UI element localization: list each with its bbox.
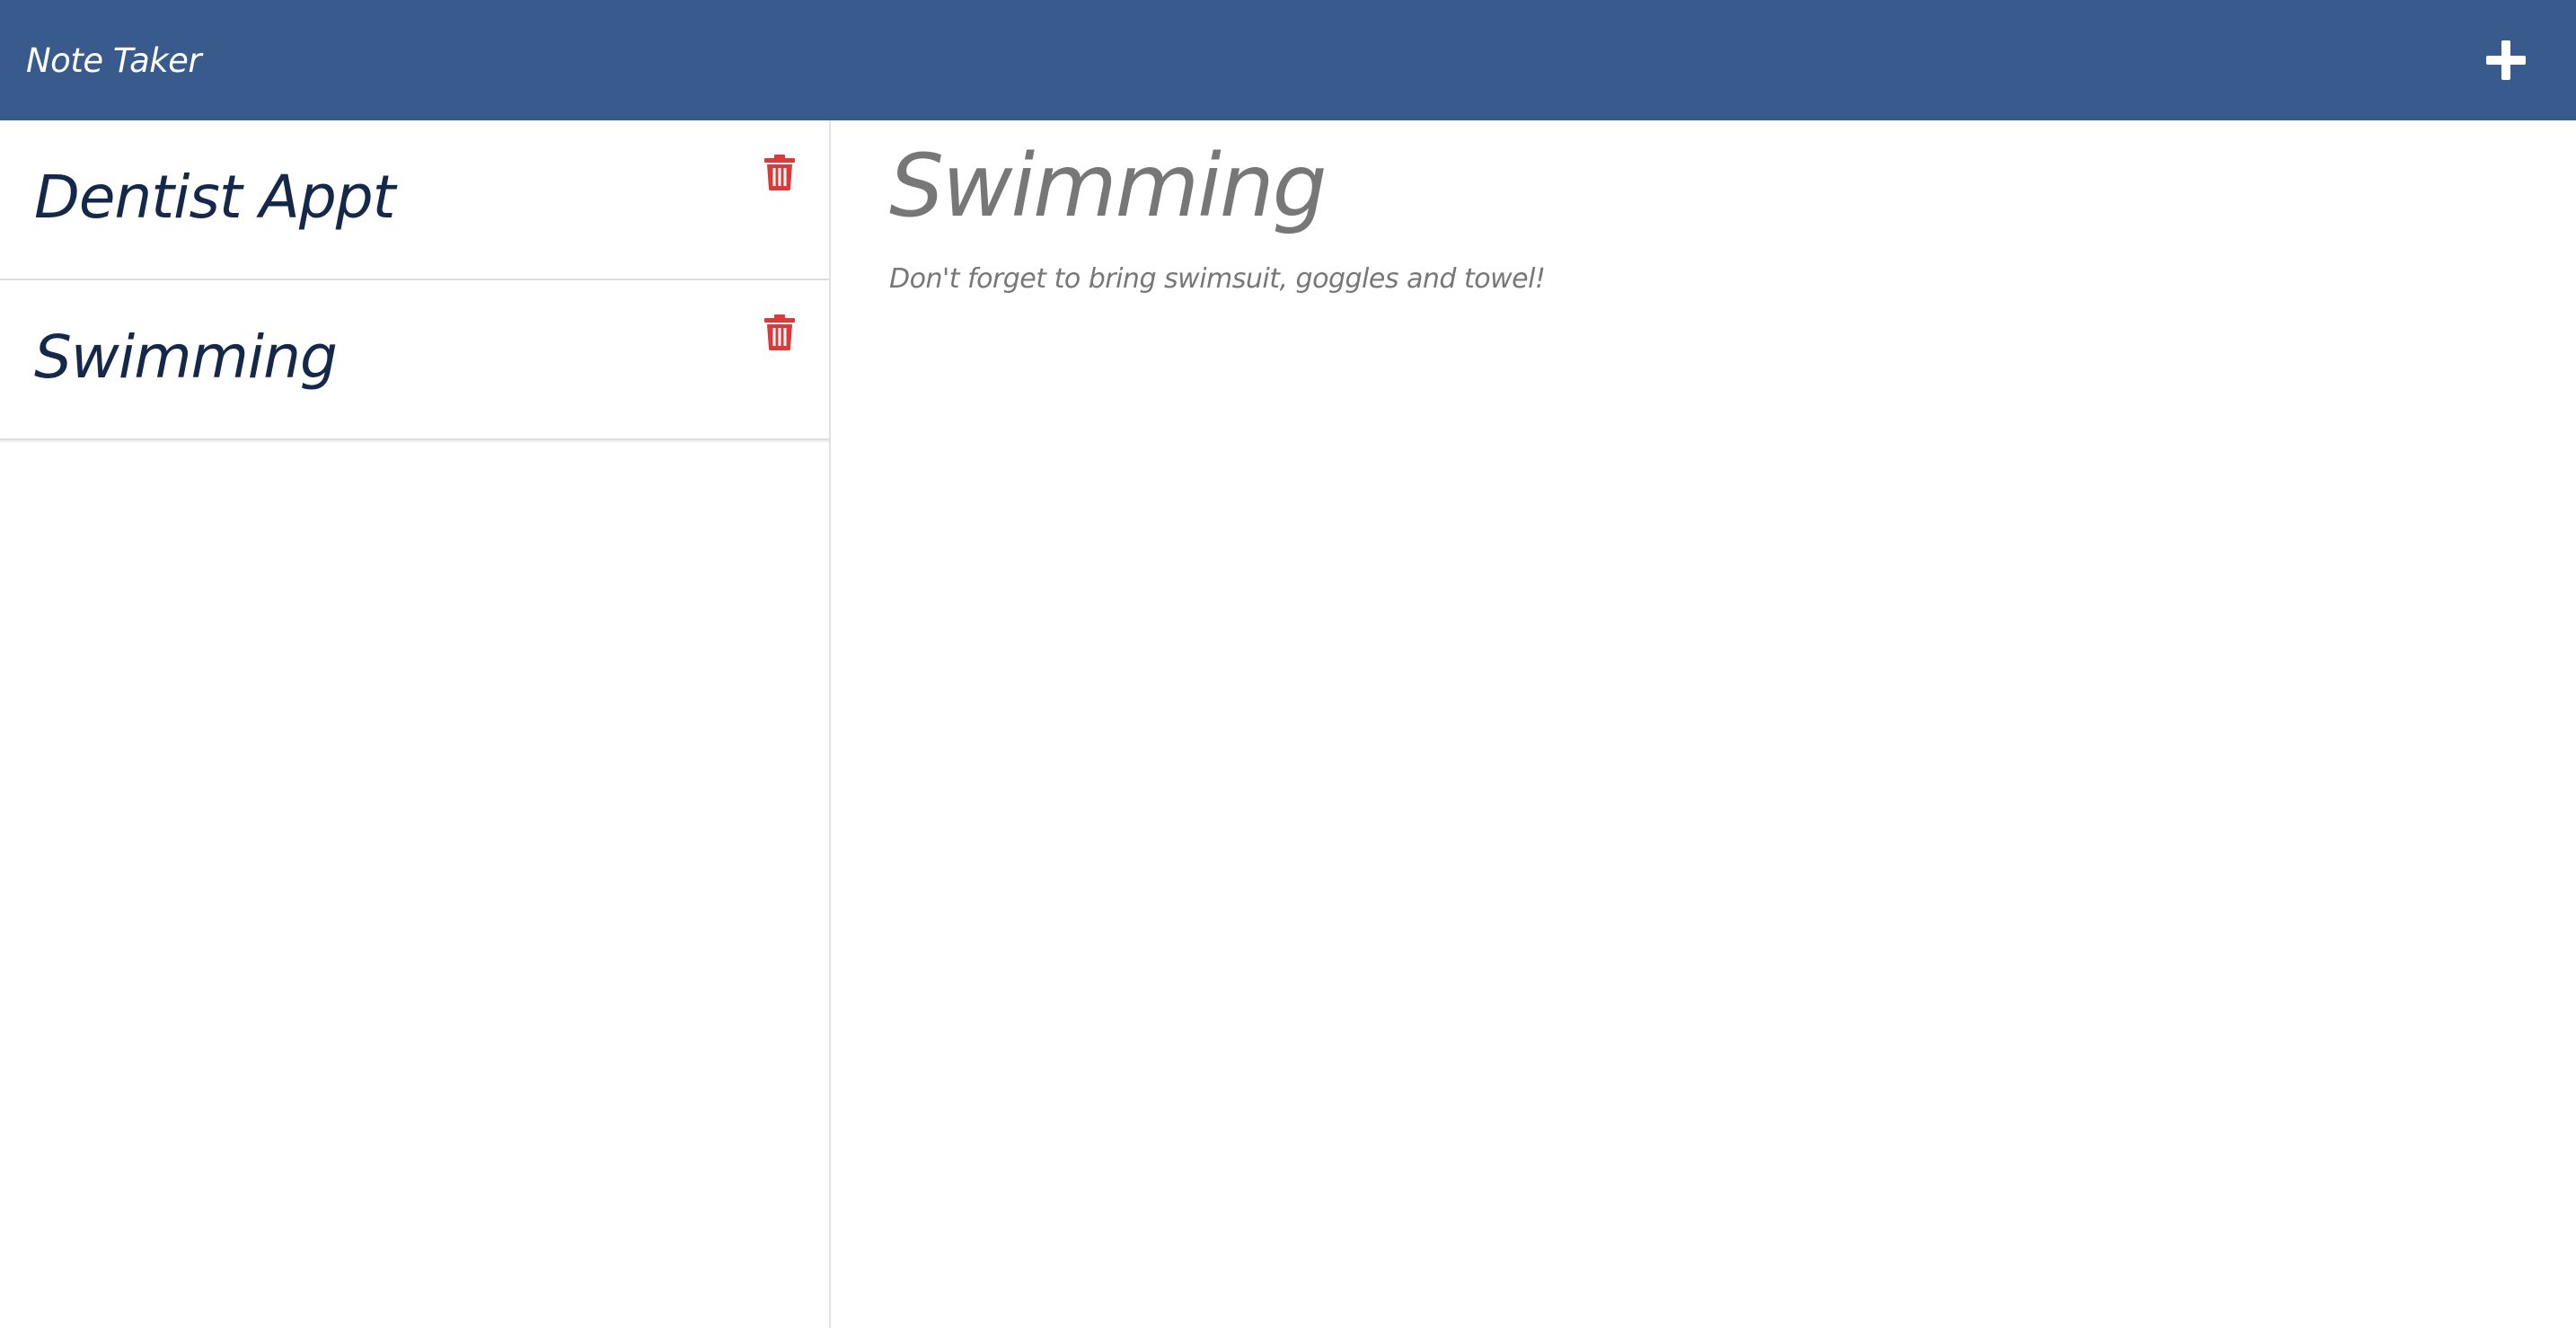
plus-icon (2486, 40, 2526, 80)
note-editor: Don't forget to bring swimsuit, goggles … (889, 133, 2524, 1253)
app-brand[interactable]: Note Taker (26, 41, 202, 80)
note-body-textarea[interactable]: Don't forget to bring swimsuit, goggles … (889, 261, 2506, 1250)
note-title: Dentist Appt (34, 163, 396, 232)
note-list-item[interactable]: Swimming (0, 280, 829, 440)
note-title: Swimming (34, 323, 338, 392)
trash-icon[interactable] (764, 314, 795, 350)
trash-icon[interactable] (764, 155, 795, 190)
main-area: Dentist Appt Swimming Don't (0, 120, 2576, 1328)
note-list-item[interactable]: Dentist Appt (0, 120, 829, 280)
new-note-button[interactable] (2481, 35, 2531, 85)
note-title-input[interactable] (889, 133, 2506, 239)
notes-sidebar: Dentist Appt Swimming (0, 120, 831, 1328)
navbar: Note Taker (0, 0, 2576, 120)
